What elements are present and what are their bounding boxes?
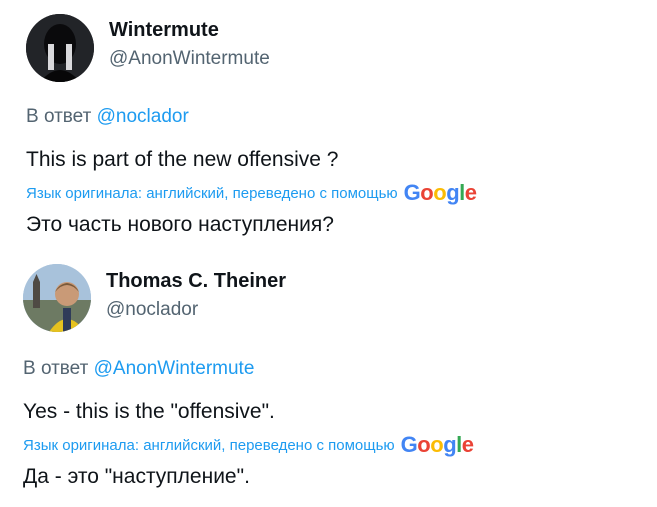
translation-note: Язык оригинала: английский, переведено с… [23, 436, 395, 454]
translation-attribution[interactable]: Язык оригинала: английский, переведено с… [26, 182, 477, 204]
translation-attribution[interactable]: Язык оригинала: английский, переведено с… [23, 434, 474, 456]
user-handle[interactable]: @noclador [106, 299, 198, 321]
google-logo: Google [403, 180, 477, 205]
translated-text: Это часть нового наступления? [26, 213, 334, 236]
user-handle[interactable]: @AnonWintermute [109, 48, 270, 70]
avatar[interactable] [23, 264, 91, 332]
tweet-text: This is part of the new offensive ? [26, 148, 339, 171]
translated-text: Да - это "наступление". [23, 465, 250, 488]
reply-prefix: В ответ [23, 358, 89, 379]
reply-context: В ответ @AnonWintermute [23, 358, 254, 380]
tweet-2: Thomas C. Theiner @noclador В ответ @Ano… [0, 250, 657, 507]
tweet-1: Wintermute @AnonWintermute В ответ @nocl… [0, 0, 657, 250]
display-name[interactable]: Thomas C. Theiner [106, 270, 286, 293]
reply-to-link[interactable]: @noclador [97, 106, 189, 127]
avatar[interactable] [26, 14, 94, 82]
display-name[interactable]: Wintermute [109, 19, 219, 42]
translation-note: Язык оригинала: английский, переведено с… [26, 184, 398, 202]
avatar-image [26, 14, 94, 82]
reply-context: В ответ @noclador [26, 106, 189, 128]
tweet-text: Yes - this is the "offensive". [23, 400, 275, 423]
reply-prefix: В ответ [26, 106, 92, 127]
google-logo: Google [400, 432, 474, 457]
reply-to-link[interactable]: @AnonWintermute [94, 358, 255, 379]
avatar-image [23, 264, 91, 332]
